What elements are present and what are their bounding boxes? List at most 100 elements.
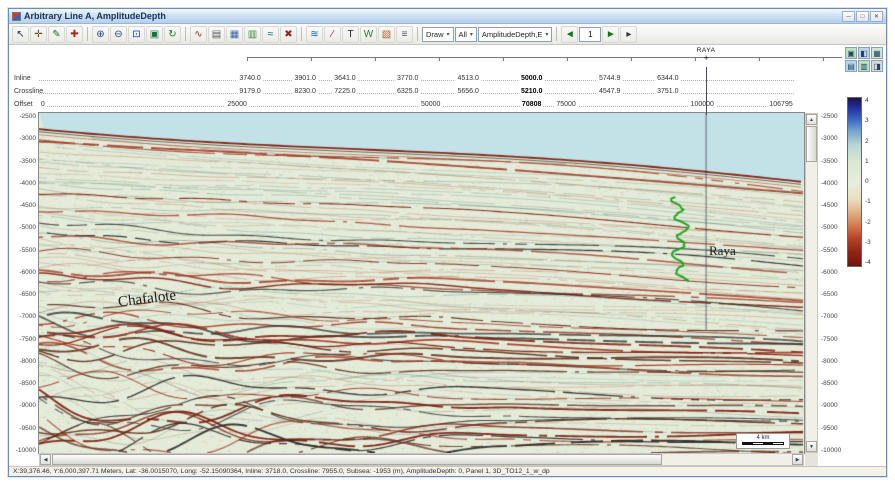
scroll-down-button[interactable]: ▼ (806, 441, 817, 452)
depth-tick-label: -4000 (821, 180, 838, 187)
depth-tick-label: -8000 (19, 358, 36, 365)
next-panel-icon[interactable]: ► (602, 26, 619, 43)
chevron-down-icon: ▾ (545, 31, 548, 38)
erase-pick-icon[interactable]: ✖ (280, 26, 297, 43)
axis-tick-value: 3751.0 (655, 88, 680, 95)
side-tool-panel: ▣◧▦ ▤▥◨ (845, 47, 887, 72)
vertical-scrollbar[interactable]: ▲ ▼ (805, 113, 818, 453)
maximize-button[interactable]: □ (856, 11, 869, 22)
axis-tick-value: 0 (39, 101, 47, 108)
scroll-right-button[interactable]: ▶ (792, 454, 803, 465)
depth-tick-label: -2500 (19, 113, 36, 120)
window-title: Arbitrary Line A, AmplitudeDepth (24, 11, 839, 21)
depth-tick-label: -5500 (19, 247, 36, 254)
pan-hand-icon[interactable]: ✛ (30, 26, 47, 43)
colorbar-labels: 43210-1-2-3-4 (865, 97, 883, 267)
depth-axis-left: -2500-3000-3500-4000-4500-5000-5500-6000… (9, 113, 38, 453)
visibility-filter-dropdown-value: All (459, 30, 467, 39)
depth-tick-label: -5000 (19, 224, 36, 231)
panel-number-input[interactable]: 1 (579, 27, 601, 42)
axis-tick-value: 25000 (225, 101, 248, 108)
axis-tick-value: 5000.0 (519, 75, 544, 82)
capture-view-icon[interactable]: ▣ (845, 47, 857, 59)
axis-row-label: Offset (14, 101, 33, 108)
depth-tick-label: -7000 (19, 313, 36, 320)
scale-bar-line (742, 442, 784, 445)
horizontal-scroll-thumb[interactable] (52, 454, 662, 465)
amplitude-colorbar (847, 97, 862, 267)
zoom-in-icon[interactable]: ⊕ (92, 26, 109, 43)
density-display-icon[interactable]: ▤ (208, 26, 225, 43)
zoom-out-icon[interactable]: ⊖ (110, 26, 127, 43)
draw-mode-dropdown[interactable]: Draw▾ (422, 27, 454, 42)
axis-row-label: Inline (14, 75, 31, 82)
split-view-icon[interactable]: ◧ (858, 47, 870, 59)
horizontal-scrollbar[interactable]: ◀ ▶ (39, 453, 804, 466)
colorbar-tick-label: -3 (865, 239, 871, 246)
text-annotation-icon[interactable]: T (342, 26, 359, 43)
depth-tick-label: -3000 (19, 135, 36, 142)
axis-tick-value: 4547.9 (597, 88, 622, 95)
depth-tick-label: -3500 (19, 158, 36, 165)
scroll-up-button[interactable]: ▲ (806, 114, 817, 125)
grid-icon[interactable]: ▦ (226, 26, 243, 43)
depth-tick-label: -9000 (19, 402, 36, 409)
scroll-left-button[interactable]: ◀ (40, 454, 51, 465)
attribute-dropdown[interactable]: AmplitudeDepth,E▾ (478, 27, 552, 42)
fit-view-icon[interactable]: ▣ (146, 26, 163, 43)
zoom-window-icon[interactable]: ⊡ (128, 26, 145, 43)
visibility-filter-dropdown[interactable]: All▾ (455, 27, 477, 42)
vertical-scroll-thumb[interactable] (806, 126, 817, 162)
edit-pencil-icon[interactable]: ✎ (48, 26, 65, 43)
main-toolbar: ↖✛✎✚⊕⊖⊡▣↻∿▤▦▥≈✖≋∕TW▧≡Draw▾All▾AmplitudeD… (9, 24, 886, 45)
titlebar[interactable]: Arbitrary Line A, AmplitudeDepth ─ □ ✕ (9, 9, 886, 24)
layers-icon[interactable]: ▥ (244, 26, 261, 43)
refresh-icon[interactable]: ↻ (164, 26, 181, 43)
wiggle-display-icon[interactable]: ∿ (190, 26, 207, 43)
depth-tick-label: -10000 (16, 447, 36, 454)
fault-pick-icon[interactable]: ∕ (324, 26, 341, 43)
pick-cross-icon[interactable]: ✚ (66, 26, 83, 43)
well-display-icon[interactable]: W (360, 26, 377, 43)
close-button[interactable]: ✕ (870, 11, 883, 22)
seismic-view[interactable]: Chafalote Raya 4 km (39, 113, 804, 453)
depth-tick-label: -3000 (821, 135, 838, 142)
depth-tick-label: -8500 (821, 380, 838, 387)
previous-panel-icon[interactable]: ◄ (561, 26, 578, 43)
axis-tick-value: 3740.0 (237, 75, 262, 82)
axis-ticks: 025000500007080875000100000106795 (39, 99, 804, 112)
axis-tick-value: 6344.0 (655, 75, 680, 82)
traverse-ruler (247, 57, 842, 61)
table-view-icon[interactable]: ▤ (845, 60, 857, 72)
app-window: Arbitrary Line A, AmplitudeDepth ─ □ ✕ ↖… (8, 8, 887, 477)
horizon-track-icon[interactable]: ≋ (306, 26, 323, 43)
seismic-canvas[interactable] (39, 113, 804, 453)
colorbar-tick-label: -1 (865, 198, 871, 205)
well-stem-line (706, 67, 707, 115)
depth-tick-label: -6500 (19, 291, 36, 298)
depth-tick-label: -6000 (19, 269, 36, 276)
color-palette-icon[interactable]: ▧ (378, 26, 395, 43)
flatten-horizon-icon[interactable]: ≈ (262, 26, 279, 43)
viewer-area: RAYA + Inline3740.03901.03641.03770.0451… (9, 45, 886, 476)
well-marker-raya[interactable]: RAYA + (684, 47, 728, 62)
colorbar-tick-label: 4 (865, 97, 869, 104)
play-animation-icon[interactable]: ▸ (620, 26, 637, 43)
select-arrow-icon[interactable]: ↖ (12, 26, 29, 43)
axis-tick-value: 3901.0 (293, 75, 318, 82)
annotation-raya[interactable]: Raya (709, 243, 736, 259)
grid-view-icon[interactable]: ▦ (871, 47, 883, 59)
settings-icon[interactable]: ≡ (396, 26, 413, 43)
palette-view-icon[interactable]: ▥ (858, 60, 870, 72)
well-tick-icon: + (684, 54, 728, 62)
depth-tick-label: -9500 (821, 425, 838, 432)
minimize-button[interactable]: ─ (842, 11, 855, 22)
axis-tick-value: 5210.0 (519, 88, 544, 95)
axis-row-offset: Offset025000500007080875000100000106795 (9, 99, 886, 112)
colorbar-tick-label: 0 (865, 178, 869, 185)
pin-view-icon[interactable]: ◨ (871, 60, 883, 72)
axis-tick-value: 5656.0 (455, 88, 480, 95)
axis-tick-value: 9179.0 (237, 88, 262, 95)
depth-tick-label: -7500 (821, 336, 838, 343)
axis-tick-value: 75000 (554, 101, 577, 108)
